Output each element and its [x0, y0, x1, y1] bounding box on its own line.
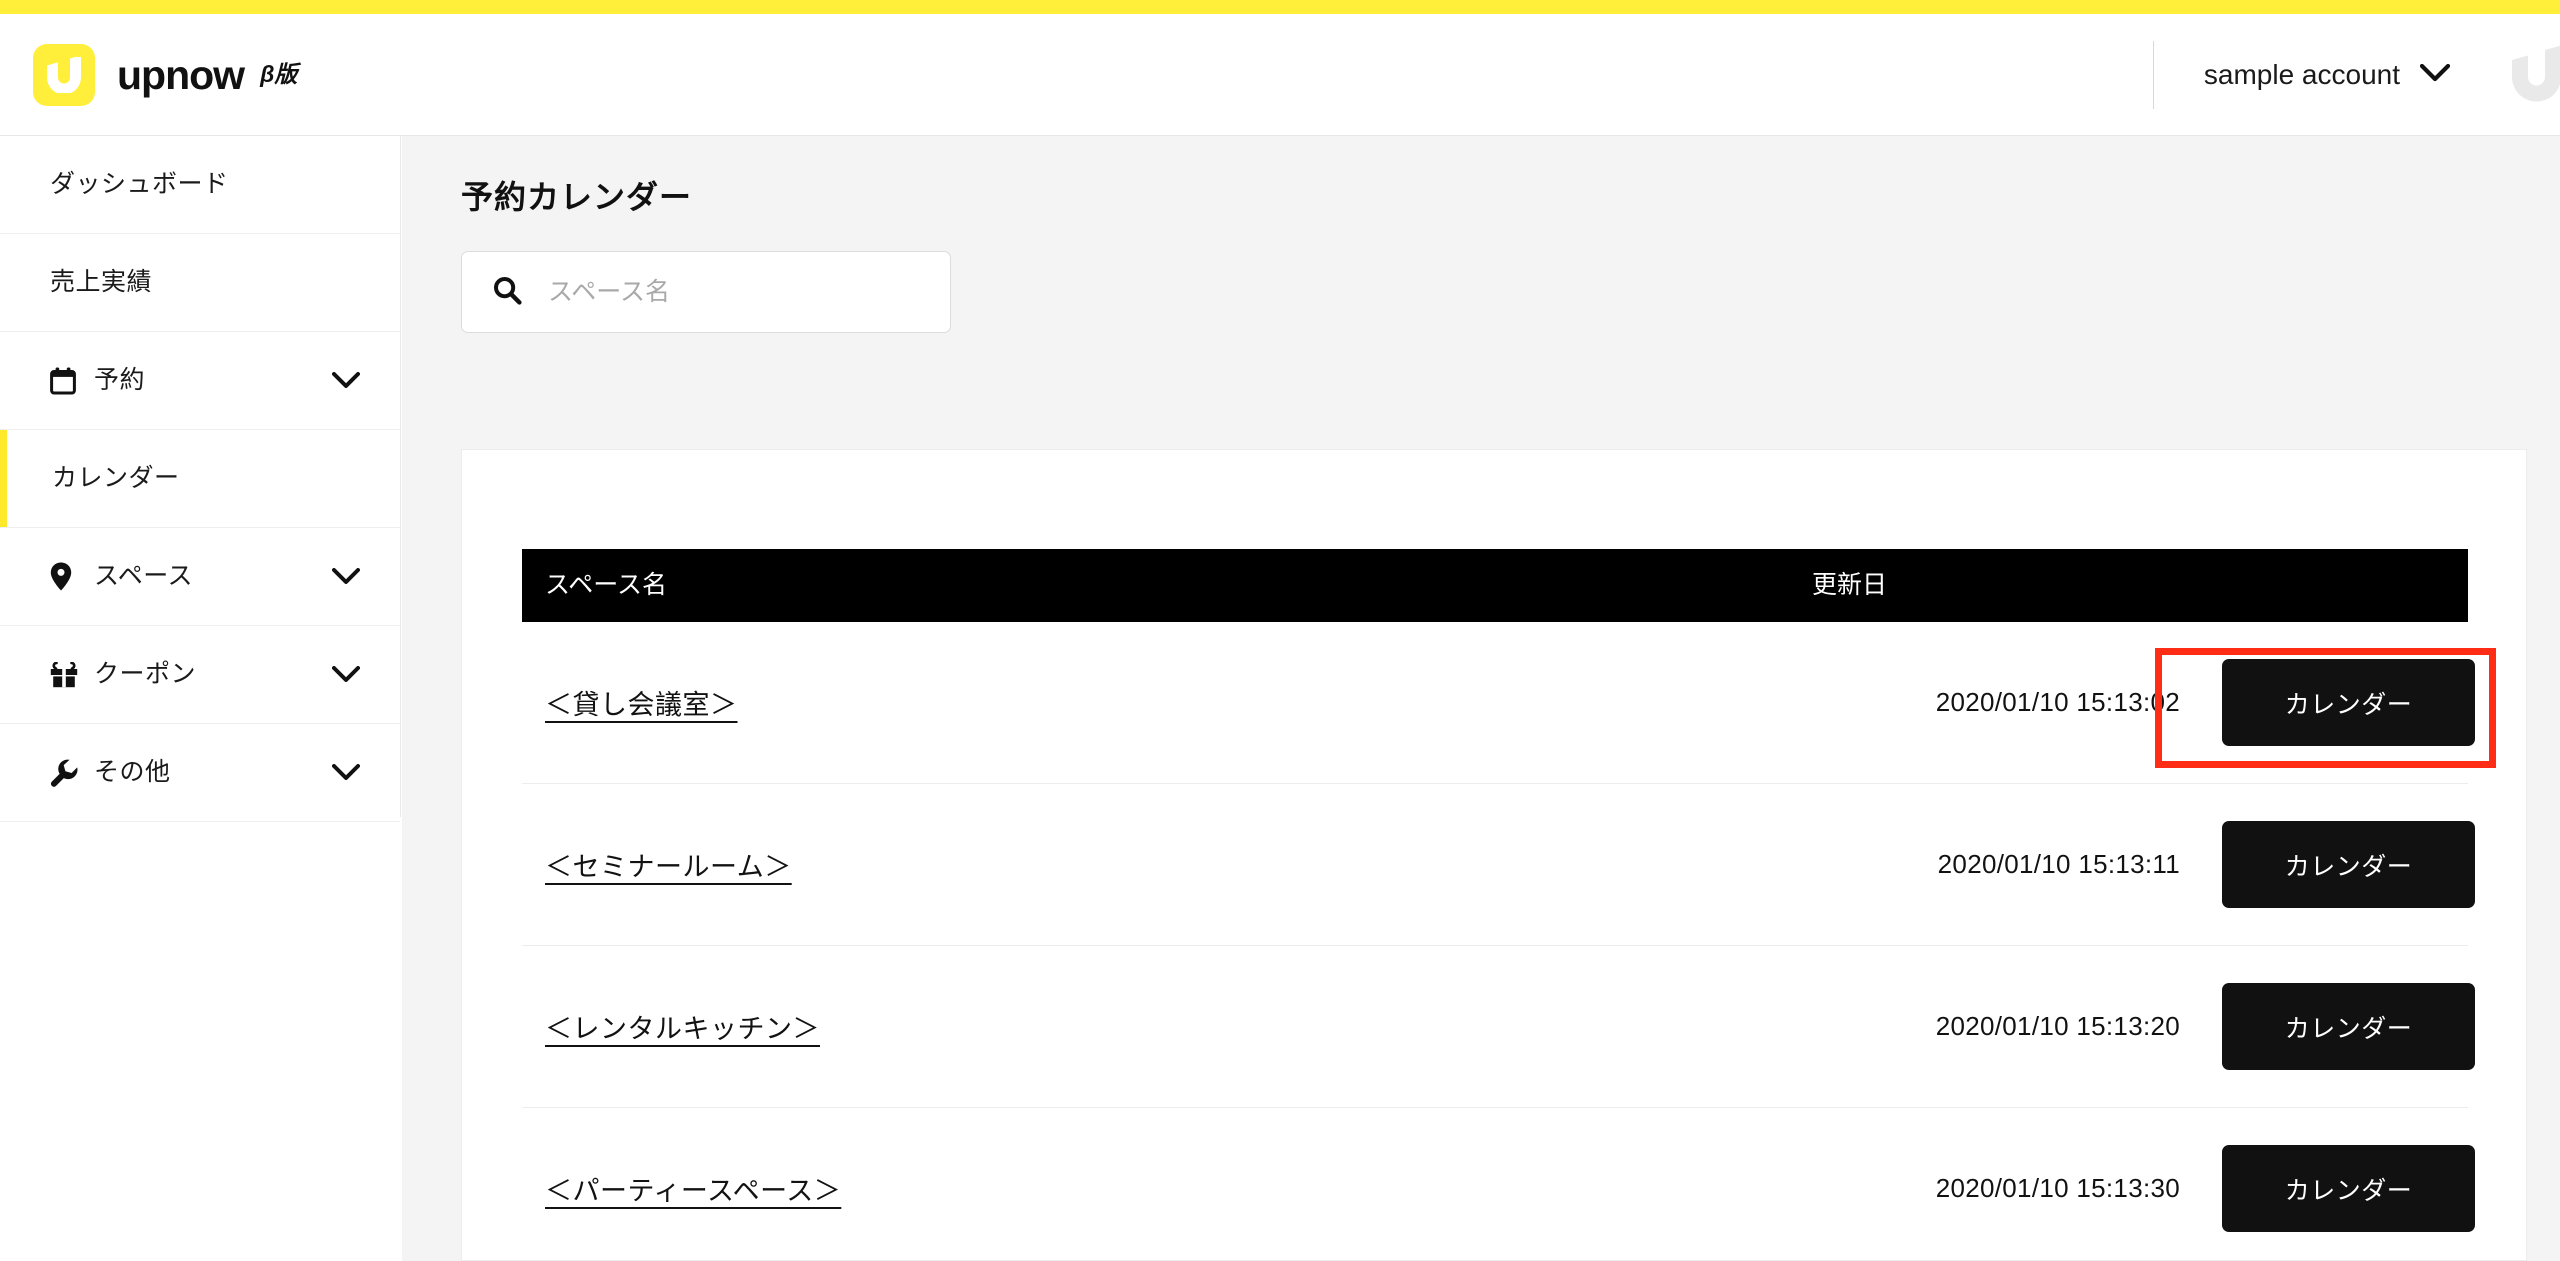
- space-list-card: スペース名 更新日 ＜貸し会議室＞ 2020/01/10 15:13:02 カレ…: [461, 449, 2527, 1261]
- header-right-group: sample account: [2152, 14, 2560, 136]
- sidebar-item-label: 予約: [94, 366, 146, 394]
- chevron-down-icon: [2419, 63, 2451, 87]
- cell-action: カレンダー: [2202, 659, 2475, 746]
- sidebar-item-label: カレンダー: [52, 464, 180, 492]
- chevron-down-icon[interactable]: [332, 568, 360, 585]
- app-header: upnow β版 sample account: [0, 14, 2560, 136]
- cell-space-name: ＜レンタルキッチン＞: [522, 1007, 1812, 1046]
- cell-space-name: ＜セミナールーム＞: [522, 845, 1812, 884]
- calendar-button[interactable]: カレンダー: [2222, 983, 2475, 1070]
- sidebar-item-reservations[interactable]: 予約: [0, 332, 400, 430]
- sidebar-item-dashboard[interactable]: ダッシュボード: [0, 136, 400, 234]
- sidebar-item-spaces[interactable]: スペース: [0, 528, 400, 626]
- calendar-button[interactable]: カレンダー: [2222, 1145, 2475, 1232]
- account-menu-button[interactable]: sample account: [2203, 59, 2451, 90]
- cell-action: カレンダー: [2202, 821, 2475, 908]
- table-row: ＜パーティースペース＞ 2020/01/10 15:13:30 カレンダー: [522, 1108, 2475, 1261]
- search-input[interactable]: [548, 252, 928, 332]
- upnow-u-mark-icon: [33, 44, 95, 106]
- column-header-space-name: スペース名: [545, 571, 668, 599]
- space-table: スペース名 更新日 ＜貸し会議室＞ 2020/01/10 15:13:02 カレ…: [522, 549, 2475, 1261]
- table-header-row: スペース名 更新日: [522, 549, 2468, 622]
- sidebar-item-calendar[interactable]: カレンダー: [0, 430, 400, 528]
- search-box[interactable]: [461, 251, 951, 333]
- calendar-button[interactable]: カレンダー: [2222, 659, 2475, 746]
- wrench-icon: [50, 759, 82, 787]
- space-name-link[interactable]: ＜貸し会議室＞: [545, 690, 738, 720]
- sidebar-item-label: その他: [94, 758, 171, 786]
- cell-updated-at: 2020/01/10 15:13:11: [1937, 849, 2180, 879]
- cell-action: カレンダー: [2202, 1145, 2475, 1232]
- calendar-button[interactable]: カレンダー: [2222, 821, 2475, 908]
- chevron-down-icon[interactable]: [332, 764, 360, 781]
- sidebar-item-sales[interactable]: 売上実績: [0, 234, 400, 332]
- sidebar-item-others[interactable]: その他: [0, 724, 400, 822]
- top-accent-bar: [0, 0, 2560, 14]
- map-pin-icon: [50, 562, 82, 591]
- table-row: ＜貸し会議室＞ 2020/01/10 15:13:02 カレンダー: [522, 622, 2475, 784]
- cell-updated-at: 2020/01/10 15:13:02: [1935, 687, 2180, 717]
- calendar-icon: [50, 367, 82, 395]
- header-divider: [2152, 41, 2154, 109]
- main-content: 予約カレンダー スペース名 更新日 ＜貸し会議室＞ 2020/01/10 15:…: [402, 136, 2560, 1261]
- page-title: 予約カレンダー: [461, 179, 693, 215]
- cell-updated-at: 2020/01/10 15:13:20: [1935, 1011, 2180, 1041]
- sidebar-nav: ダッシュボード 売上実績 予約 カレンダー スペース クーポン その他: [0, 136, 401, 822]
- space-name-link[interactable]: ＜パーティースペース＞: [545, 1176, 841, 1206]
- account-name-label: sample account: [2203, 59, 2400, 90]
- space-name-link[interactable]: ＜レンタルキッチン＞: [545, 1014, 820, 1044]
- chevron-down-icon[interactable]: [332, 372, 360, 389]
- brand-beta-tag: β版: [260, 60, 298, 87]
- sidebar-item-label: スペース: [94, 562, 194, 590]
- brand-logo[interactable]: upnow β版: [33, 44, 297, 106]
- sidebar-item-label: クーポン: [94, 660, 197, 688]
- chevron-down-icon[interactable]: [332, 666, 360, 683]
- cell-space-name: ＜パーティースペース＞: [522, 1169, 1812, 1208]
- table-row: ＜セミナールーム＞ 2020/01/10 15:13:11 カレンダー: [522, 784, 2475, 946]
- sidebar-item-label: ダッシュボード: [50, 170, 229, 198]
- upnow-u-avatar-icon[interactable]: [2508, 40, 2560, 110]
- brand-wordmark: upnow: [117, 51, 245, 98]
- cell-space-name: ＜貸し会議室＞: [522, 683, 1812, 722]
- sidebar-item-coupon[interactable]: クーポン: [0, 626, 400, 724]
- search-icon: [492, 275, 522, 310]
- space-name-link[interactable]: ＜セミナールーム＞: [545, 852, 792, 882]
- column-header-updated-at: 更新日: [1812, 571, 1888, 599]
- gift-icon: [50, 661, 82, 688]
- cell-updated-at: 2020/01/10 15:13:30: [1935, 1173, 2180, 1203]
- table-row: ＜レンタルキッチン＞ 2020/01/10 15:13:20 カレンダー: [522, 946, 2475, 1108]
- cell-action: カレンダー: [2202, 983, 2475, 1070]
- sidebar-item-label: 売上実績: [50, 268, 153, 296]
